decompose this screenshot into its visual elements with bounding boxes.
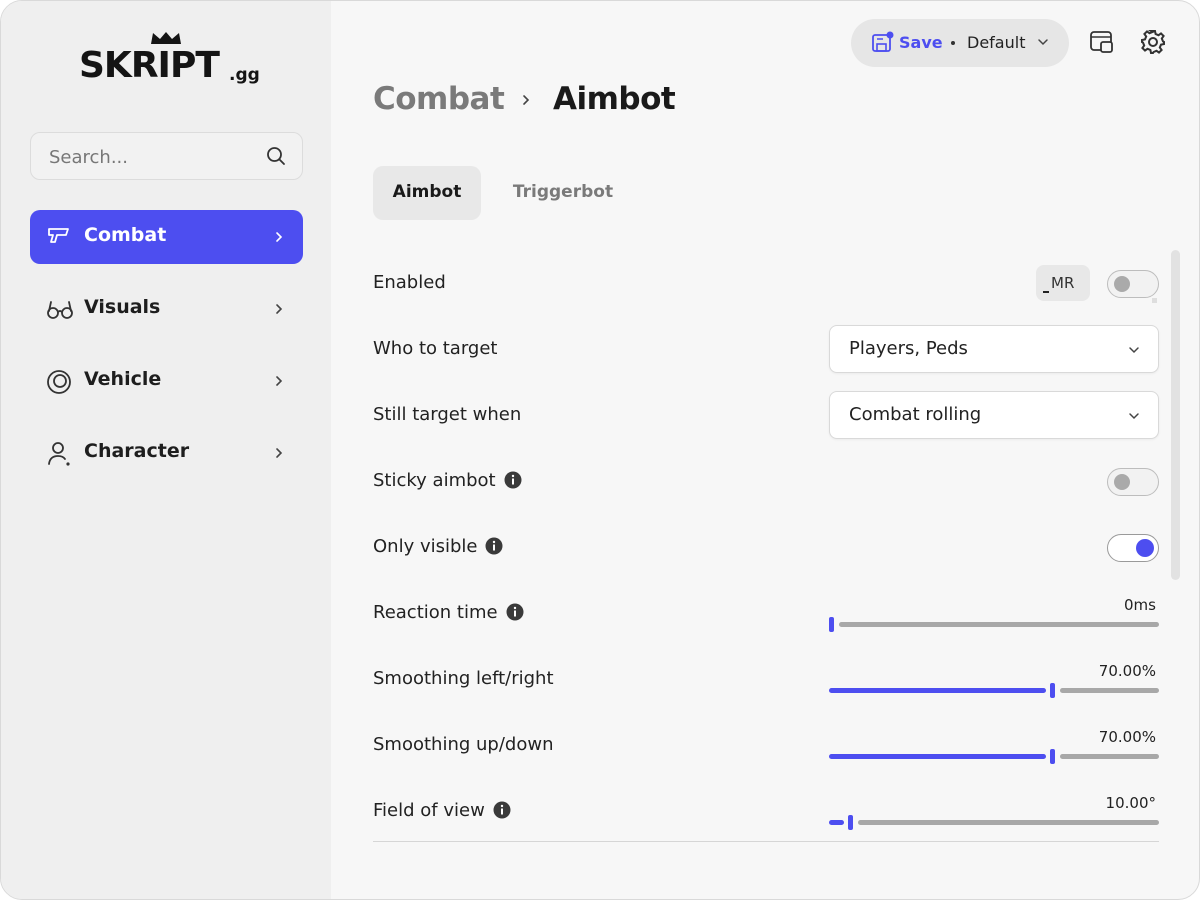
sidebar-item-label: Visuals [84, 296, 161, 318]
divider [373, 841, 1159, 842]
slider-track [1060, 688, 1159, 693]
smoothing-ud-label: Smoothing up/down [373, 733, 554, 755]
chevron-right-icon [523, 95, 530, 105]
slider-track [1060, 754, 1159, 759]
window-icon[interactable] [1089, 29, 1115, 55]
who-to-target-label: Who to target [373, 337, 498, 359]
smoothing-ud-slider[interactable] [829, 749, 1159, 764]
smoothing-lr-label: Smoothing left/right [373, 667, 554, 689]
search-box[interactable] [30, 132, 303, 180]
glasses-icon [47, 301, 73, 319]
select-value: Combat rolling [849, 404, 982, 425]
separator-dot [951, 41, 955, 45]
save-config-pill[interactable]: Save Default [851, 19, 1069, 67]
sidebar-item-vehicle[interactable]: Vehicle [30, 354, 303, 408]
only-visible-toggle[interactable] [1107, 534, 1159, 562]
info-icon[interactable] [485, 537, 503, 555]
chevron-right-icon [276, 448, 283, 458]
gun-icon [48, 228, 69, 243]
chevron-right-icon [276, 376, 283, 386]
slider-track [839, 622, 1159, 627]
crown-icon [151, 32, 181, 44]
profile-select[interactable]: Default [967, 33, 1025, 52]
save-button[interactable]: Save [899, 33, 943, 52]
setting-label: Reaction time [373, 599, 524, 625]
scrollbar[interactable] [1171, 250, 1180, 580]
field-of-view-slider[interactable] [829, 815, 1159, 830]
slider-thumb[interactable] [1050, 749, 1055, 764]
slider-fill [829, 754, 1046, 759]
toggle-knob [1114, 474, 1130, 490]
smoothing-lr-slider[interactable] [829, 683, 1159, 698]
setting-label: Smoothing left/right [373, 665, 554, 691]
setting-label: Only visible [373, 533, 503, 559]
enabled-toggle[interactable] [1107, 270, 1159, 298]
toggle-knob [1114, 276, 1130, 292]
toggle-knob [1136, 539, 1154, 557]
setting-label: Still target when [373, 401, 521, 427]
resize-handle [1152, 298, 1157, 303]
slider-fill [829, 688, 1046, 693]
setting-label: Who to target [373, 335, 497, 361]
only-visible-label: Only visible [373, 535, 478, 557]
chevron-down-icon [1129, 413, 1139, 420]
gear-icon[interactable] [1140, 29, 1166, 55]
search-input[interactable] [49, 145, 249, 169]
chevron-right-icon [276, 232, 283, 242]
save-icon[interactable] [871, 31, 895, 55]
still-target-when-label: Still target when [373, 403, 522, 425]
sticky-aimbot-label: Sticky aimbot [373, 469, 496, 491]
info-icon[interactable] [504, 471, 522, 489]
setting-label: Field of view [373, 797, 511, 823]
who-to-target-select[interactable]: Players, Peds [829, 325, 1159, 373]
keybind-cursor [1043, 291, 1049, 293]
smoothing-lr-value: 70.00% [1098, 662, 1156, 680]
reaction-time-value: 0ms [1124, 596, 1156, 614]
reaction-time-slider[interactable] [829, 617, 1159, 632]
keybind-label: MR [1051, 274, 1075, 292]
wheel-icon [47, 370, 71, 394]
reaction-time-label: Reaction time [373, 601, 498, 623]
sidebar-item-character[interactable]: Character [30, 426, 303, 480]
slider-thumb[interactable] [848, 815, 853, 830]
sticky-aimbot-toggle[interactable] [1107, 468, 1159, 496]
keybind-button[interactable]: MR [1036, 265, 1090, 301]
brand-logo: SKRIPT .gg [79, 31, 260, 91]
slider-thumb[interactable] [1050, 683, 1055, 698]
still-target-when-select[interactable]: Combat rolling [829, 391, 1159, 439]
setting-label: Enabled [373, 269, 446, 295]
chevron-down-icon [1129, 347, 1139, 354]
person-icon [48, 442, 70, 466]
sidebar: SKRIPT .gg Combat [1, 1, 331, 899]
search-icon[interactable] [266, 146, 286, 166]
sidebar-item-visuals[interactable]: Visuals [30, 282, 303, 336]
page-title: Aimbot [553, 81, 676, 117]
info-icon[interactable] [493, 801, 511, 819]
slider-fill [829, 820, 844, 825]
smoothing-ud-value: 70.00% [1098, 728, 1156, 746]
sidebar-item-combat[interactable]: Combat [30, 210, 303, 264]
chevron-right-icon [276, 304, 283, 314]
field-of-view-value: 10.00° [1105, 794, 1156, 812]
sidebar-item-label: Character [84, 440, 190, 462]
tab-aimbot[interactable]: Aimbot [373, 166, 481, 220]
app-window: SKRIPT .gg Combat [0, 0, 1200, 900]
select-value: Players, Peds [849, 338, 968, 359]
slider-track [858, 820, 1159, 825]
tab-triggerbot[interactable]: Triggerbot [495, 166, 631, 220]
chevron-down-icon[interactable] [1037, 38, 1049, 46]
field-of-view-label: Field of view [373, 799, 485, 821]
setting-label: Smoothing up/down [373, 731, 553, 757]
brand-name: SKRIPT [79, 45, 220, 86]
breadcrumb-parent[interactable]: Combat [373, 81, 505, 117]
setting-label: Sticky aimbot [373, 467, 522, 493]
brand-suffix: .gg [229, 65, 260, 85]
slider-thumb[interactable] [829, 617, 834, 632]
enabled-label: Enabled [373, 271, 446, 293]
info-icon[interactable] [506, 603, 524, 621]
sidebar-item-label: Combat [84, 224, 167, 246]
sidebar-item-label: Vehicle [84, 368, 162, 390]
